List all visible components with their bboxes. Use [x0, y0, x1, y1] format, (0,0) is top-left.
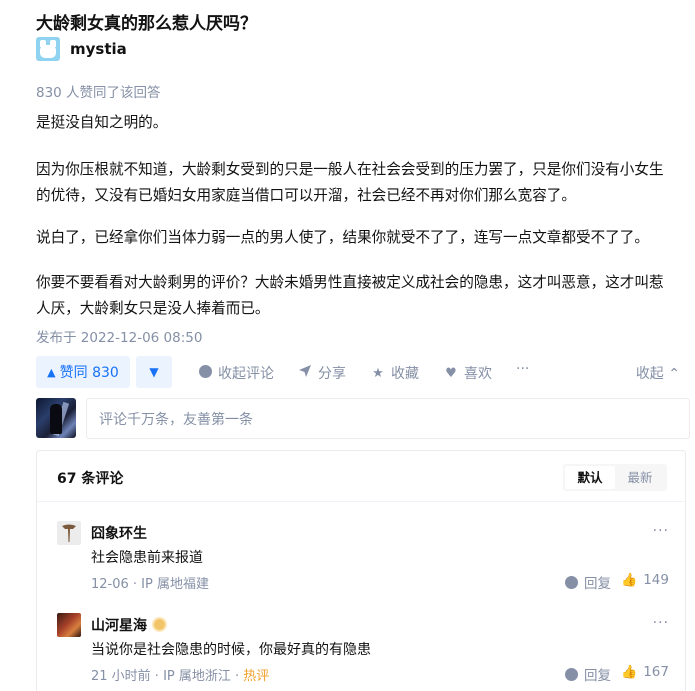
question-title[interactable]: 大龄剩女真的那么惹人厌吗？ — [36, 9, 257, 34]
vote-summary: 830 人赞同了该回答 — [36, 85, 161, 101]
triangle-up-icon: ▲ — [47, 365, 56, 379]
toggle-comments-button[interactable]: 收起评论 — [198, 363, 274, 383]
answer-actions: ▲ 赞同 830 ▼ 收起评论 分享 ★ 收藏 ♥ 喜欢 ··· 收起 ⌃ — [36, 356, 686, 388]
comment-meta-text: 12-06 · IP 属地福建 — [91, 577, 209, 592]
favorite-button[interactable]: ★ 收藏 — [371, 363, 419, 383]
share-label: 分享 — [318, 366, 346, 382]
comment-like-count: 149 — [643, 572, 669, 588]
commenter-name[interactable]: 山河星海 — [91, 615, 167, 635]
comment-bubble-icon — [198, 364, 212, 382]
answer-paragraph: 因为你压根就不知道，大龄剩女受到的只是一般人在社会会受到的压力罢了，只是你们没有… — [36, 161, 664, 204]
share-button[interactable]: 分享 — [298, 363, 346, 383]
author-avatar-icon[interactable] — [36, 37, 60, 61]
reply-button[interactable]: 回复 — [565, 572, 611, 592]
author-info: mystia — [36, 37, 127, 61]
thumbs-up-icon: 👍 — [621, 664, 638, 680]
comment-meta-text: 21 小时前 · IP 属地浙江 · — [91, 669, 244, 684]
vote-down-button[interactable]: ▼ — [136, 356, 172, 388]
vote-up-label: 赞同 830 — [59, 365, 119, 381]
commenter-name[interactable]: 囧象环生 — [91, 523, 147, 543]
comment-more-button[interactable]: ··· — [653, 523, 669, 539]
more-dots-icon: ··· — [516, 361, 530, 377]
reply-label: 回复 — [584, 576, 611, 592]
favorite-label: 收藏 — [391, 366, 419, 382]
collapse-answer-button[interactable]: 收起 ⌃ — [636, 363, 680, 383]
reply-label: 回复 — [584, 668, 611, 684]
reply-bubble-icon — [565, 667, 578, 681]
divider — [37, 501, 685, 502]
comment-meta: 12-06 · IP 属地福建 — [91, 573, 209, 592]
answer-paragraph: 是挺没自知之明的。 — [36, 114, 168, 131]
like-button[interactable]: ♥ 喜欢 — [444, 363, 492, 383]
comment-input[interactable]: 评论千万条，友善第一条 — [86, 398, 690, 439]
thumbs-up-icon: 👍 — [621, 572, 638, 588]
answer-paragraph: 你要不要看看对大龄剩男的评价？大龄未婚男性直接被定义成社会的隐患，这才叫恶意，这… — [36, 274, 664, 317]
comments-panel: 67 条评论 默认 最新 囧象环生 社会隐患前来报道 12-06 · IP 属地… — [36, 450, 686, 691]
comment-meta: 21 小时前 · IP 属地浙江 · 热评 — [91, 665, 269, 684]
toggle-comments-label: 收起评论 — [218, 366, 274, 382]
current-user-avatar — [36, 398, 76, 438]
comment-like-button[interactable]: 👍 167 — [621, 664, 669, 680]
commenter-avatar[interactable] — [57, 521, 81, 545]
like-label: 喜欢 — [464, 366, 492, 382]
author-name[interactable]: mystia — [70, 40, 127, 58]
more-actions-button[interactable]: ··· — [516, 361, 529, 377]
paper-plane-icon — [298, 364, 312, 382]
hot-comment-tag: 热评 — [243, 669, 270, 684]
comment-more-button[interactable]: ··· — [653, 615, 669, 631]
sort-latest-tab[interactable]: 最新 — [615, 466, 665, 489]
publish-time: 发布于 2022-12-06 08:50 — [36, 330, 203, 346]
sort-default-tab[interactable]: 默认 — [565, 466, 615, 489]
medal-icon — [152, 617, 167, 632]
comment-like-button[interactable]: 👍 149 — [621, 572, 669, 588]
comment-sort-toggle: 默认 最新 — [563, 464, 667, 491]
comments-count: 67 条评论 — [57, 471, 124, 487]
comment-like-count: 167 — [643, 664, 669, 680]
comment-text: 当说你是社会隐患的时候，你最好真的有隐患 — [91, 642, 371, 658]
triangle-down-icon: ▼ — [149, 365, 159, 379]
vote-up-button[interactable]: ▲ 赞同 830 — [36, 356, 130, 388]
comment-text: 社会隐患前来报道 — [91, 550, 203, 566]
commenter-avatar[interactable] — [57, 613, 81, 637]
heart-icon: ♥ — [445, 365, 457, 381]
answer-paragraph: 说白了，已经拿你们当体力弱一点的男人使了，结果你就受不了了，连写一点文章都受不了… — [36, 229, 649, 246]
star-icon: ★ — [372, 365, 384, 381]
reply-bubble-icon — [565, 575, 578, 589]
reply-button[interactable]: 回复 — [565, 664, 611, 684]
commenter-name-text: 山河星海 — [91, 618, 147, 634]
